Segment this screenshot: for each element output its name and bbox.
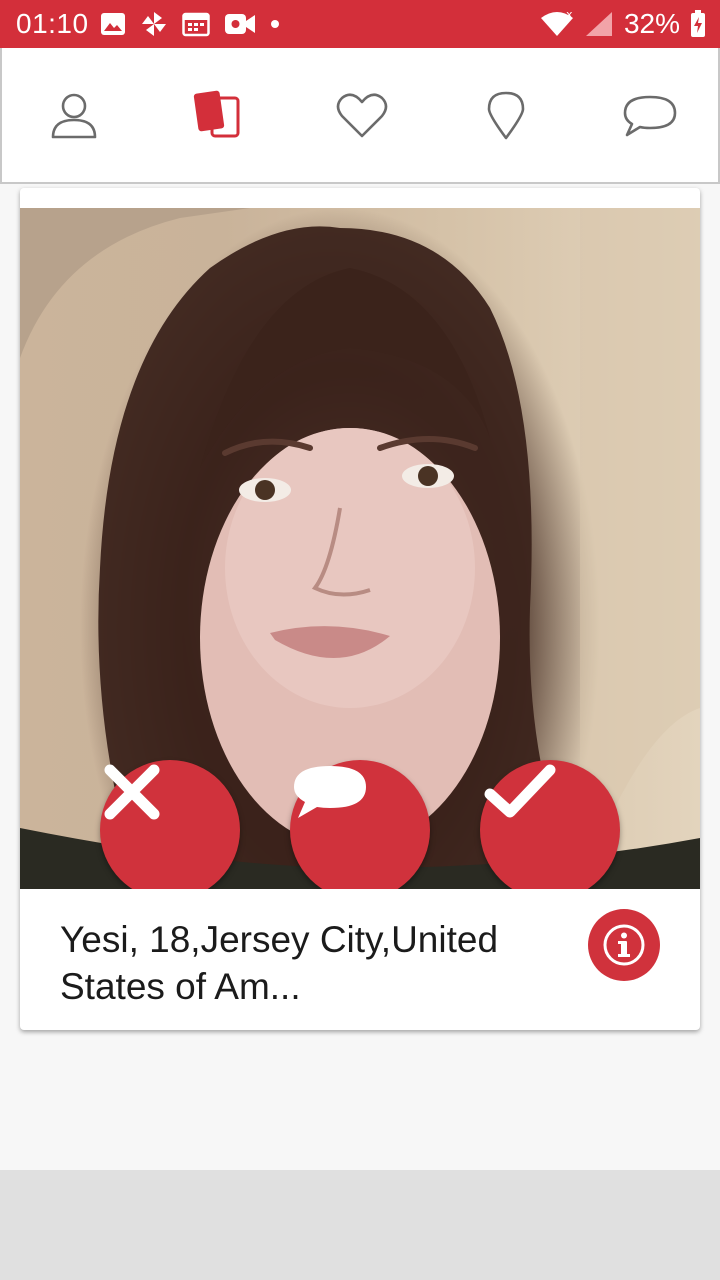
battery-percent: 32% (623, 8, 680, 39)
nav-messages-button[interactable] (622, 88, 678, 144)
profile-icon (51, 93, 97, 139)
nav-profile-button[interactable] (46, 88, 102, 144)
status-system-icons: x 32% (540, 8, 706, 40)
wifi-icon: x (540, 10, 573, 36)
chat-bubble-icon (623, 95, 677, 137)
profile-photo[interactable] (20, 208, 700, 889)
calendar-icon (182, 12, 210, 37)
message-bubble-icon (294, 766, 366, 818)
video-icon (225, 14, 255, 34)
pinwheel-icon (142, 12, 166, 36)
like-check-icon (484, 764, 556, 818)
nav-cards-button[interactable] (190, 88, 246, 144)
top-navigation-bar (0, 48, 720, 184)
signal-icon (585, 12, 612, 36)
svg-text:x: x (566, 10, 573, 21)
profile-card[interactable]: Yesi, 18,Jersey City,United States of Am… (20, 188, 700, 1030)
message-button[interactable] (290, 760, 430, 889)
status-bar: 01:10 x 32% (0, 0, 720, 48)
status-time: 01:10 (16, 8, 89, 39)
nav-likes-button[interactable] (334, 88, 390, 144)
battery-charging-icon (691, 10, 705, 37)
heart-icon (336, 93, 388, 138)
nav-nearby-button[interactable] (478, 88, 534, 144)
profile-summary: Yesi, 18,Jersey City,United States of Am… (60, 919, 499, 1007)
profile-info-button[interactable] (588, 909, 660, 981)
dislike-x-icon (104, 764, 160, 820)
info-icon (603, 924, 645, 966)
status-notification-icons (100, 10, 280, 38)
dot-icon (271, 20, 279, 28)
cards-icon (193, 90, 240, 138)
location-pin-icon (487, 91, 525, 140)
dislike-button[interactable] (100, 760, 240, 889)
like-button[interactable] (480, 760, 620, 889)
image-icon (101, 13, 125, 35)
